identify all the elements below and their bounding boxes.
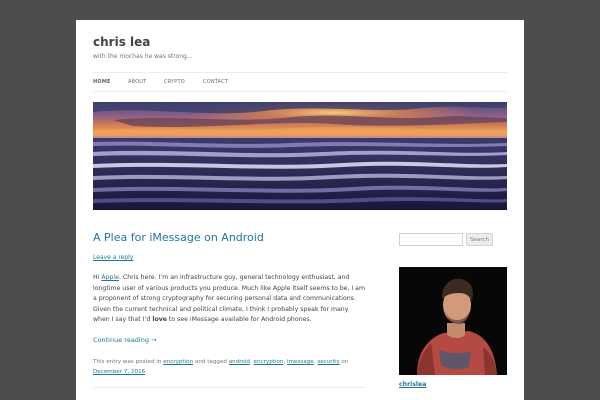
nav-item-about[interactable]: ABOUT (128, 79, 146, 85)
post-title-link[interactable]: A Plea for iMessage on Android (93, 231, 264, 244)
tag-link-imessage[interactable]: imessage (287, 359, 314, 365)
tag-link-encryption[interactable]: encryption (254, 359, 284, 365)
page-container: chris lea with the mochas he was strong.… (76, 20, 524, 400)
search-input[interactable] (399, 233, 463, 246)
meta-text: and tagged (193, 359, 229, 365)
main-navigation: HOME ABOUT CRYPTO CONTACT (93, 72, 507, 92)
post-divider (93, 387, 365, 388)
meta-text: on (339, 359, 349, 365)
sunset-ocean-image (93, 102, 507, 210)
nav-item-crypto[interactable]: CRYPTO (164, 79, 185, 85)
author-photo (399, 267, 507, 375)
apple-link[interactable]: Apple (101, 274, 119, 281)
leave-reply-link[interactable]: Leave a reply (93, 254, 133, 261)
search-button[interactable]: Search (466, 233, 493, 246)
tag-link-android[interactable]: android (229, 359, 250, 365)
author-name-link[interactable]: chrislea (399, 381, 426, 388)
site-title[interactable]: chris lea (93, 35, 150, 49)
category-link[interactable]: encryption (163, 359, 193, 365)
post-excerpt: Hi Apple. Chris here. I’m an infrastruct… (93, 273, 365, 326)
continue-reading-link[interactable]: Continue reading → (93, 336, 157, 344)
nav-item-home[interactable]: HOME (93, 79, 111, 85)
site-tagline: with the mochas he was strong... (93, 53, 193, 60)
body-text-part: to see iMessage available for Android ph… (166, 316, 312, 324)
tag-link-security[interactable]: security (317, 359, 339, 365)
header-image (93, 102, 507, 210)
nav-item-contact[interactable]: CONTACT (203, 79, 228, 85)
entry-meta: This entry was posted in encryption and … (93, 359, 349, 375)
body-bold-text: love (152, 316, 167, 324)
author-portrait-image (399, 267, 507, 375)
meta-text: . (145, 369, 147, 375)
post-date-link[interactable]: December 7, 2016 (93, 369, 145, 375)
meta-text: This entry was posted in (93, 359, 164, 365)
